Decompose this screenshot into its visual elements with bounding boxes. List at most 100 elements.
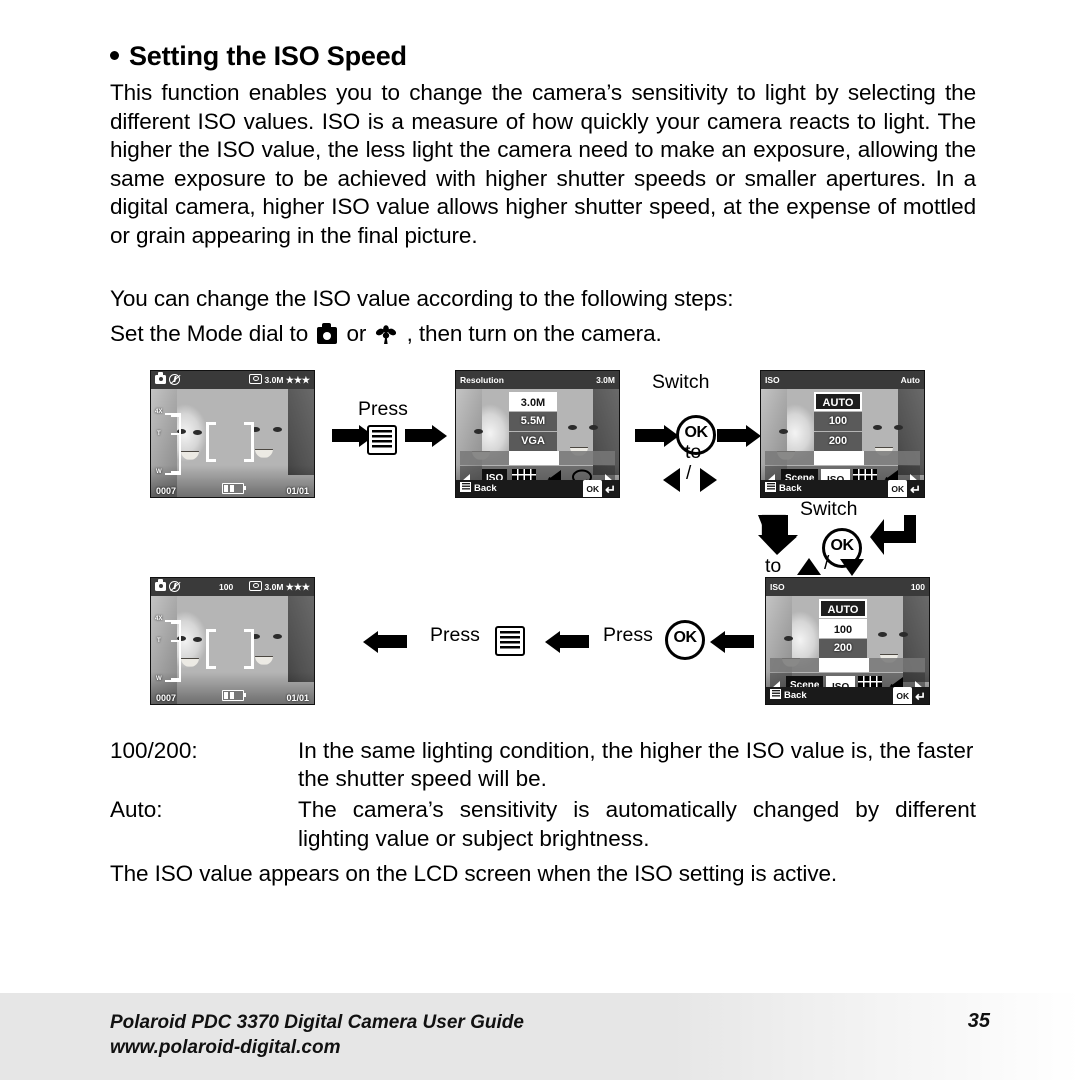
iso-option[interactable]: AUTO — [814, 391, 862, 411]
lcd1-quality-group: 3.0M ★★★ — [249, 371, 310, 389]
iso-option[interactable]: AUTO — [819, 598, 867, 618]
camera-icon — [155, 579, 166, 591]
lcd2-photo: 4X T W 0007 01/01 — [151, 595, 314, 704]
flow-arrow-right-2 — [405, 424, 447, 447]
definition-row: Auto: The camera’s sensitivity is automa… — [110, 796, 976, 853]
photo-eye — [273, 426, 282, 432]
iso-option[interactable]: 100 — [814, 411, 862, 431]
menu-icon — [765, 481, 776, 492]
isoauto-footer: Back OK ↵ — [761, 479, 924, 497]
ok-button-icon-3[interactable]: OK — [665, 619, 705, 660]
page-title: Setting the ISO Speed — [110, 0, 976, 72]
photo-eye — [568, 424, 577, 430]
isoauto-topbar: ISO Auto — [761, 370, 924, 389]
battery-icon — [221, 689, 246, 701]
lcd-iso-menu-100: ISO 100 AUTO 100 200 Scene Back OK ↵ — [765, 576, 930, 705]
photo-eye — [273, 633, 282, 639]
zoom-top-label: 4X — [155, 615, 163, 622]
left-arrow-icon-1 — [663, 467, 680, 492]
photo-eye — [474, 428, 483, 434]
res-topbar: Resolution 3.0M — [456, 370, 619, 389]
lcd2-quality-stars: ★★★ — [285, 581, 310, 592]
definition-description: The camera’s sensitivity is automaticall… — [298, 796, 976, 851]
document-page: Setting the ISO Speed This function enab… — [0, 0, 1080, 1080]
lcd-resolution-menu: Resolution 3.0M 3.0M 5.5M VGA ISO Back O… — [455, 369, 620, 498]
definition-row: 100/200: In the same lighting condition,… — [110, 737, 976, 794]
ok-badge: OK — [888, 479, 908, 497]
flow-arrow-left-1 — [363, 630, 407, 653]
flash-off-icon — [169, 373, 180, 385]
resolution-option[interactable]: 3.0M — [509, 391, 557, 411]
photo-hair-right — [288, 388, 314, 475]
photo-eye — [193, 429, 202, 435]
lcd1-shots-counter: 0007 — [156, 485, 177, 496]
ok-badge: OK — [583, 479, 603, 497]
lcd1-resolution-label: 3.0M — [264, 374, 284, 385]
lcd1-quality-stars: ★★★ — [285, 374, 310, 385]
battery-icon — [221, 482, 246, 494]
res-back-action[interactable]: Back — [460, 480, 497, 497]
bent-arrow-left-return — [870, 514, 916, 555]
definition-term: 100/200: — [110, 737, 198, 763]
iso-option[interactable]: 100 — [819, 618, 867, 638]
right-arrow-icon-1 — [700, 467, 717, 492]
enter-icon: ↵ — [915, 688, 926, 704]
iso-option[interactable]: 200 — [819, 638, 867, 658]
flow-arrow-right-4 — [717, 424, 761, 447]
photo-eye — [873, 424, 882, 430]
flow-arrow-left-3 — [710, 630, 754, 653]
bent-arrow-down-left — [758, 514, 798, 555]
zoom-bar — [165, 619, 181, 682]
photo-eye — [779, 428, 788, 434]
footer-product-line: Polaroid PDC 3370 Digital Camera User Gu… — [110, 1012, 524, 1033]
camera-mode-icon — [317, 323, 338, 345]
iso-option[interactable]: 200 — [814, 431, 862, 451]
focus-bracket — [206, 421, 254, 462]
mode-dial-pre: Set the Mode dial to — [110, 321, 309, 347]
isoauto-ok-action[interactable]: OK ↵ — [888, 479, 921, 497]
res-title: Resolution — [460, 374, 504, 385]
menu-button-icon-1[interactable] — [367, 424, 397, 455]
photo-eye — [784, 635, 793, 641]
photo-eye — [899, 631, 908, 637]
zoom-wide-label: W — [156, 675, 162, 682]
zoom-tele-label: T — [157, 430, 161, 437]
iso100-back-label: Back — [784, 689, 807, 701]
enter-icon: ↵ — [605, 481, 616, 497]
lcd2-shots-counter: 0007 — [156, 692, 177, 703]
definition-description: In the same lighting condition, the high… — [298, 737, 974, 792]
menu-highlight-row — [460, 450, 615, 465]
macro-mode-icon — [375, 323, 397, 345]
zoom-tele-label: T — [157, 637, 161, 644]
photo-eye — [878, 631, 887, 637]
resolution-option[interactable]: VGA — [509, 431, 557, 451]
resolution-option-list[interactable]: 3.0M 5.5M VGA — [509, 391, 557, 452]
up-arrow-icon — [797, 557, 821, 575]
photo-hair-right — [288, 595, 314, 682]
focus-bracket — [206, 628, 254, 669]
iso-steps-diagram: 3.0M ★★★ 4X T W 0007 01/01 Press Resolut… — [110, 363, 976, 719]
isoauto-back-action[interactable]: Back — [765, 480, 802, 497]
resolution-option[interactable]: 5.5M — [509, 411, 557, 431]
page-number: 35 — [967, 1010, 990, 1032]
iso-option-list[interactable]: AUTO 100 200 — [819, 598, 867, 659]
menu-button-icon-2[interactable] — [495, 625, 525, 656]
iso100-back-action[interactable]: Back — [770, 687, 807, 704]
lcd-live-view-2: 100 3.0M ★★★ 4X T W 0007 01/01 — [150, 576, 315, 705]
bullet-icon — [110, 51, 119, 61]
steps-intro-line: You can change the ISO value according t… — [110, 285, 734, 311]
iso100-ok-action[interactable]: OK ↵ — [893, 686, 926, 704]
switch-label-2: Switch — [800, 497, 858, 520]
lcd2-resolution-label: 3.0M — [264, 581, 284, 592]
isoauto-back-label: Back — [779, 482, 802, 494]
footer-content: Polaroid PDC 3370 Digital Camera User Gu… — [110, 1010, 990, 1060]
iso-option-list[interactable]: AUTO 100 200 — [814, 391, 862, 452]
lcd1-mode-icons — [155, 371, 180, 389]
res-ok-action[interactable]: OK ↵ — [583, 479, 616, 497]
page-footer: Polaroid PDC 3370 Digital Camera User Gu… — [0, 993, 1080, 1080]
metering-icon — [249, 373, 263, 384]
slash-label-2: / — [824, 552, 830, 574]
definition-term: Auto: — [110, 796, 163, 822]
res-footer: Back OK ↵ — [456, 479, 619, 497]
